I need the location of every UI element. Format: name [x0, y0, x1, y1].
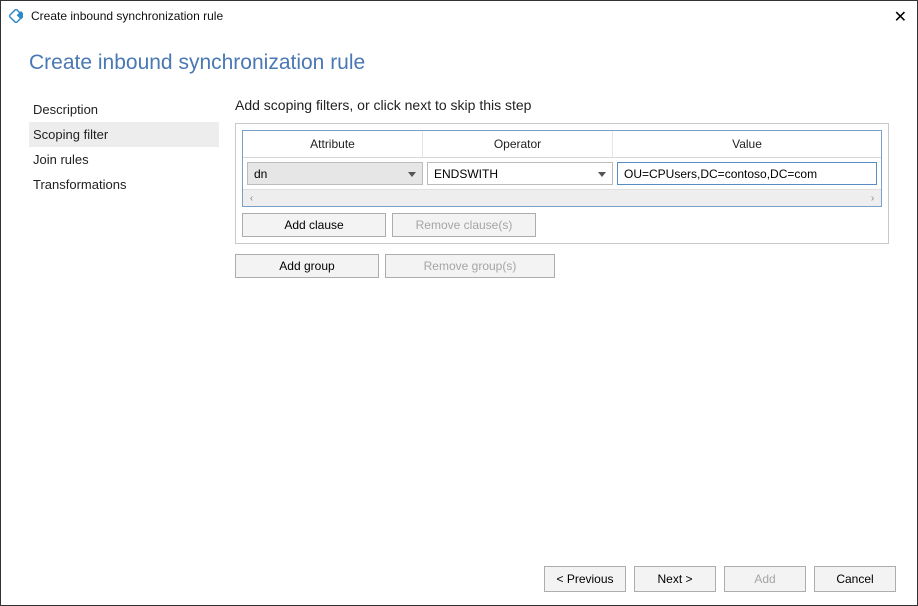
scoping-group: Attribute Operator Value dn ENDSWITH ‹ › [242, 130, 882, 207]
grid-header: Attribute Operator Value [243, 131, 881, 158]
col-header-attribute: Attribute [243, 131, 423, 157]
footer: < Previous Next > Add Cancel [0, 552, 918, 606]
nav-item-join-rules[interactable]: Join rules [29, 147, 219, 172]
nav-item-transformations[interactable]: Transformations [29, 172, 219, 197]
add-clause-button[interactable]: Add clause [242, 213, 386, 237]
next-button[interactable]: Next > [634, 566, 716, 592]
remove-group-button[interactable]: Remove group(s) [385, 254, 555, 278]
page-title: Create inbound synchronization rule [29, 51, 889, 75]
col-header-value: Value [613, 131, 881, 157]
window-title: Create inbound synchronization rule [31, 9, 223, 23]
instruction-text: Add scoping filters, or click next to sk… [235, 97, 889, 113]
nav-item-description[interactable]: Description [29, 97, 219, 122]
remove-clause-button[interactable]: Remove clause(s) [392, 213, 536, 237]
scoping-panel: Attribute Operator Value dn ENDSWITH ‹ › [235, 123, 889, 244]
main-panel: Add scoping filters, or click next to sk… [219, 97, 889, 278]
scroll-left-icon[interactable]: ‹ [243, 190, 260, 207]
attribute-dropdown[interactable]: dn [247, 162, 423, 185]
cancel-button[interactable]: Cancel [814, 566, 896, 592]
value-input[interactable] [617, 162, 877, 185]
attribute-value: dn [254, 167, 267, 181]
clause-buttons: Add clause Remove clause(s) [242, 213, 882, 237]
add-button[interactable]: Add [724, 566, 806, 592]
window-body: Create inbound synchronization rule Desc… [1, 31, 917, 551]
clause-row: dn ENDSWITH [243, 158, 881, 189]
operator-value: ENDSWITH [434, 167, 498, 181]
operator-dropdown[interactable]: ENDSWITH [427, 162, 613, 185]
scroll-right-icon[interactable]: › [864, 190, 881, 207]
previous-button[interactable]: < Previous [544, 566, 626, 592]
app-icon [9, 9, 23, 23]
close-icon[interactable]: ✕ [894, 7, 907, 27]
add-group-button[interactable]: Add group [235, 254, 379, 278]
nav-steps: Description Scoping filter Join rules Tr… [29, 97, 219, 278]
nav-item-scoping-filter[interactable]: Scoping filter [29, 122, 219, 147]
group-scrollbar[interactable]: ‹ › [243, 189, 881, 206]
col-header-operator: Operator [423, 131, 613, 157]
group-buttons: Add group Remove group(s) [235, 254, 889, 278]
titlebar: Create inbound synchronization rule ✕ [1, 1, 917, 31]
